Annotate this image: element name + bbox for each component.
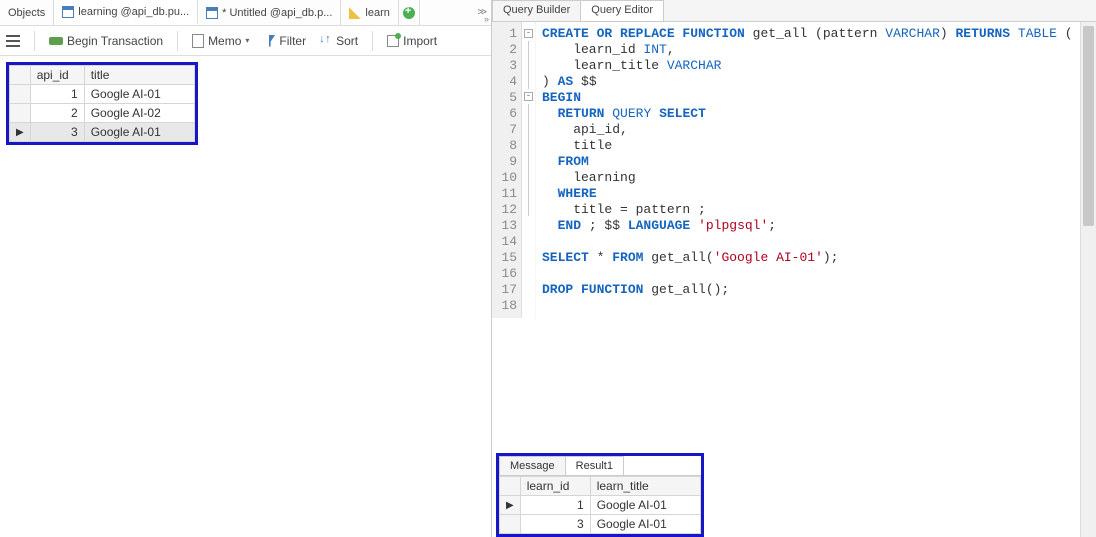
import-button[interactable]: Import bbox=[387, 34, 437, 48]
tab-objects[interactable]: Objects bbox=[0, 0, 54, 25]
memo-icon bbox=[192, 34, 204, 48]
table-icon bbox=[62, 6, 74, 18]
left-datagrid[interactable]: api_id title 1 Google AI-01 2 Google AI-… bbox=[9, 65, 195, 142]
tab-untitled[interactable]: * Untitled @api_db.p... bbox=[198, 0, 341, 25]
col-header[interactable]: learn_title bbox=[590, 477, 700, 496]
tab-learn[interactable]: learn bbox=[341, 0, 398, 25]
tab-label: * Untitled @api_db.p... bbox=[222, 7, 332, 19]
left-tabbar: Objects learning @api_db.pu... * Untitle… bbox=[0, 0, 491, 26]
right-panel: Query Builder Query Editor 1234567891011… bbox=[492, 0, 1096, 537]
right-tabbar: Query Builder Query Editor bbox=[492, 0, 1096, 22]
tab-learning[interactable]: learning @api_db.pu... bbox=[54, 0, 198, 25]
tab-result1[interactable]: Result1 bbox=[565, 456, 624, 475]
cell: 1 bbox=[520, 496, 590, 515]
code-editor[interactable]: 123456789101112131415161718 - - CREATE O… bbox=[492, 22, 1096, 318]
cell: Google AI-01 bbox=[590, 515, 700, 534]
row-header-blank bbox=[10, 66, 31, 85]
col-header[interactable]: api_id bbox=[30, 66, 84, 85]
collapse-icon[interactable]: » bbox=[484, 14, 489, 24]
col-header[interactable]: title bbox=[84, 66, 194, 85]
plus-icon bbox=[403, 7, 415, 19]
vertical-scrollbar[interactable] bbox=[1080, 22, 1096, 537]
filter-icon bbox=[263, 35, 275, 47]
tab-label: learning @api_db.pu... bbox=[78, 6, 189, 18]
result-grid-highlight: Message Result1 learn_id learn_title ▶ 1… bbox=[496, 453, 704, 537]
tab-label: learn bbox=[365, 7, 389, 19]
left-toolbar: Begin Transaction Memo ▾ Filter Sort Imp… bbox=[0, 26, 491, 56]
begin-transaction-button[interactable]: Begin Transaction bbox=[49, 34, 163, 48]
cell: 3 bbox=[30, 123, 84, 142]
sort-button[interactable]: Sort bbox=[320, 34, 358, 48]
left-panel: Objects learning @api_db.pu... * Untitle… bbox=[0, 0, 492, 537]
cell: 1 bbox=[30, 85, 84, 104]
tab-query-editor[interactable]: Query Editor bbox=[580, 0, 664, 21]
current-row-marker: ▶ bbox=[500, 496, 521, 515]
current-row-marker: ▶ bbox=[10, 123, 31, 142]
tab-message[interactable]: Message bbox=[499, 456, 566, 475]
btn-label: Begin Transaction bbox=[67, 34, 163, 48]
table-row[interactable]: 1 Google AI-01 bbox=[10, 85, 195, 104]
table-row[interactable]: ▶ 1 Google AI-01 bbox=[500, 496, 701, 515]
result-tabbar: Message Result1 bbox=[499, 456, 701, 476]
table-row[interactable]: ▶ 3 Google AI-01 bbox=[10, 123, 195, 142]
import-icon bbox=[387, 35, 399, 47]
cell: Google AI-01 bbox=[84, 85, 194, 104]
filter-button[interactable]: Filter bbox=[263, 34, 306, 48]
btn-label: Sort bbox=[336, 34, 358, 48]
memo-button[interactable]: Memo ▾ bbox=[192, 34, 249, 48]
cell: 3 bbox=[520, 515, 590, 534]
tab-label: Objects bbox=[8, 7, 45, 19]
col-header[interactable]: learn_id bbox=[520, 477, 590, 496]
code-content[interactable]: CREATE OR REPLACE FUNCTION get_all (patt… bbox=[536, 22, 1079, 318]
table-row[interactable]: 2 Google AI-02 bbox=[10, 104, 195, 123]
cell: 2 bbox=[30, 104, 84, 123]
menu-icon[interactable] bbox=[6, 35, 20, 47]
tab-query-builder[interactable]: Query Builder bbox=[492, 0, 581, 21]
tab-add[interactable] bbox=[399, 0, 420, 25]
left-grid-highlight: api_id title 1 Google AI-01 2 Google AI-… bbox=[6, 62, 198, 145]
cell: Google AI-01 bbox=[590, 496, 700, 515]
line-number-gutter: 123456789101112131415161718 bbox=[492, 22, 522, 318]
left-data-area: » api_id title 1 Google AI-01 2 Google A… bbox=[0, 56, 491, 154]
fold-gutter[interactable]: - - bbox=[522, 22, 536, 318]
chevron-down-icon: ▾ bbox=[245, 36, 249, 45]
result-datagrid[interactable]: learn_id learn_title ▶ 1 Google AI-01 3 … bbox=[499, 476, 701, 534]
btn-label: Memo bbox=[208, 34, 241, 48]
table-row[interactable]: 3 Google AI-01 bbox=[500, 515, 701, 534]
table-icon bbox=[206, 7, 218, 19]
cell: Google AI-02 bbox=[84, 104, 194, 123]
btn-label: Filter bbox=[279, 34, 306, 48]
cell: Google AI-01 bbox=[84, 123, 194, 142]
btn-label: Import bbox=[403, 34, 437, 48]
pencil-icon bbox=[349, 7, 361, 19]
transaction-icon bbox=[49, 34, 63, 48]
sort-icon bbox=[320, 35, 332, 47]
results-area: Message Result1 learn_id learn_title ▶ 1… bbox=[492, 449, 1096, 537]
scrollbar-thumb[interactable] bbox=[1083, 26, 1094, 226]
